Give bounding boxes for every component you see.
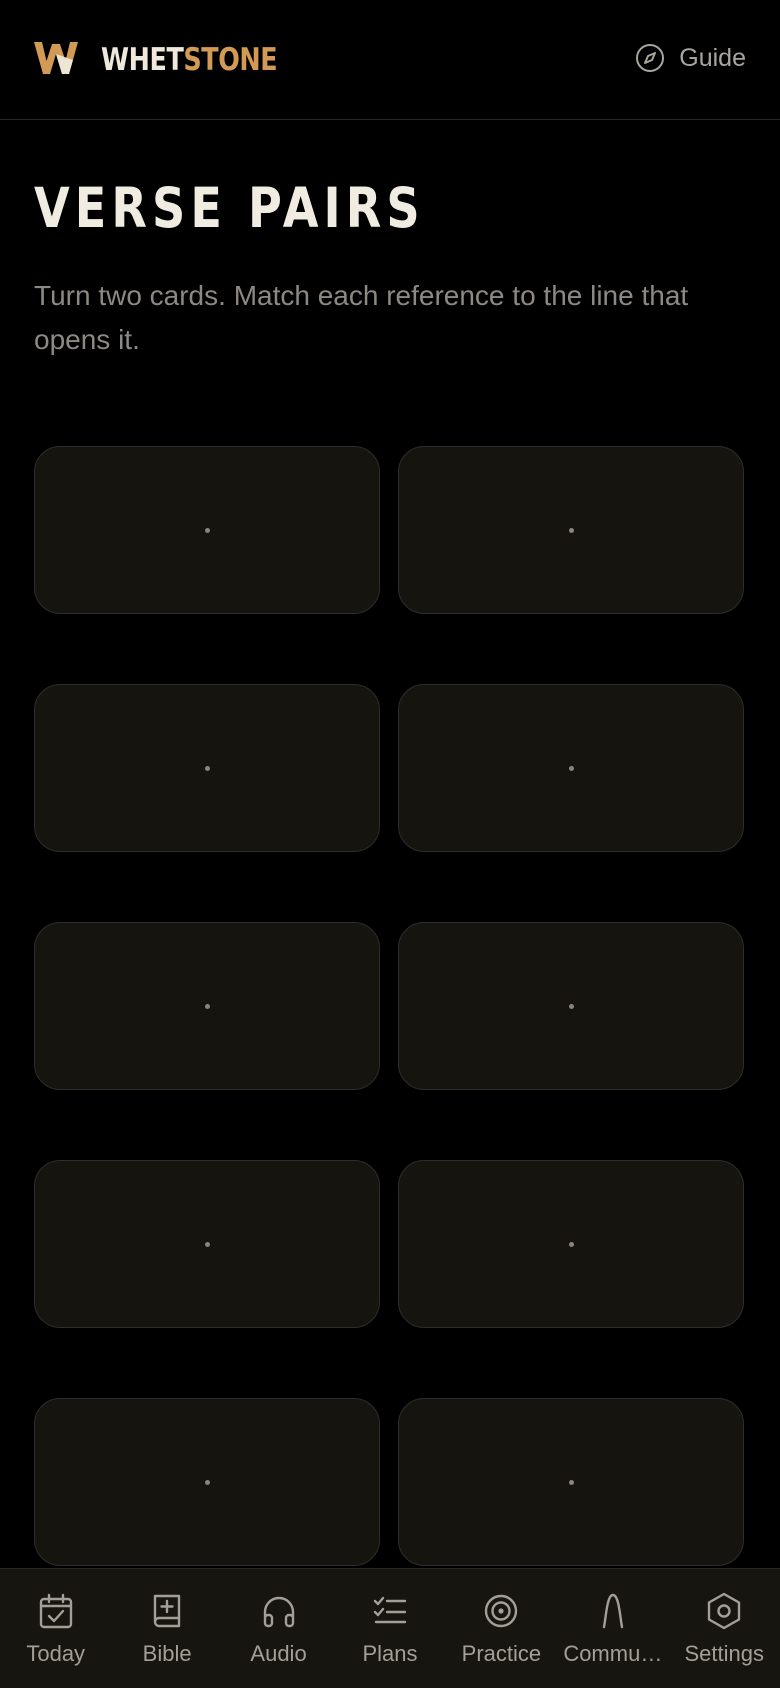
memory-card[interactable] [398,1398,744,1566]
arch-icon [602,1593,624,1629]
guide-label: Guide [679,43,746,72]
memory-card[interactable] [34,684,380,852]
tab-community[interactable]: Commu… [557,1569,668,1688]
app-header: WHETSTONE Guide [0,0,780,120]
tab-bible[interactable]: Bible [111,1569,222,1688]
brand-wordmark: WHETSTONE [101,42,278,78]
bottom-tab-bar: Today Bible Audio Plans Practice Commu… … [0,1568,780,1688]
card-dot [568,1479,574,1485]
card-dot [204,1479,210,1485]
tab-label: Plans [362,1641,418,1666]
tab-label: Audio [250,1641,307,1666]
card-dot [204,527,210,533]
brand-part-1: WHET [101,42,184,78]
card-dot [568,1241,574,1247]
card-dot [568,1003,574,1009]
card-dot [204,1003,210,1009]
memory-card[interactable] [34,446,380,614]
guide-button[interactable]: Guide [635,38,746,78]
hexagon-settings-icon [708,1592,741,1630]
card-dot [568,765,574,771]
memory-card[interactable] [34,1398,380,1566]
calendar-check-icon [39,1593,72,1629]
tab-label: Bible [142,1641,192,1666]
tab-label: Today [26,1641,86,1666]
card-dot [204,1241,210,1247]
tab-plans[interactable]: Plans [334,1569,445,1688]
card-dot [204,765,210,771]
memory-card[interactable] [398,1160,744,1328]
target-icon [485,1594,518,1628]
tab-practice[interactable]: Practice [446,1569,557,1688]
tab-label: Settings [684,1641,764,1666]
brand-part-2: STONE [183,42,278,78]
tab-today[interactable]: Today [0,1569,111,1688]
memory-card[interactable] [398,446,744,614]
memory-card[interactable] [398,922,744,1090]
tab-label: Commu… [563,1641,663,1666]
tab-label: Practice [461,1641,542,1666]
tab-audio[interactable]: Audio [223,1569,334,1688]
page-subtitle: Turn two cards. Match each reference to … [34,280,689,355]
memory-card[interactable] [34,1160,380,1328]
page-title: VERSE PAIRS [34,176,425,240]
w-logo-icon[interactable] [33,40,79,76]
memory-card[interactable] [398,684,744,852]
checklist-icon [373,1596,407,1624]
memory-card[interactable] [34,922,380,1090]
card-dot [568,527,574,533]
tab-settings[interactable]: Settings [669,1569,780,1688]
compass-icon [636,44,665,72]
book-plus-icon [153,1594,181,1628]
headphones-icon [263,1596,294,1628]
